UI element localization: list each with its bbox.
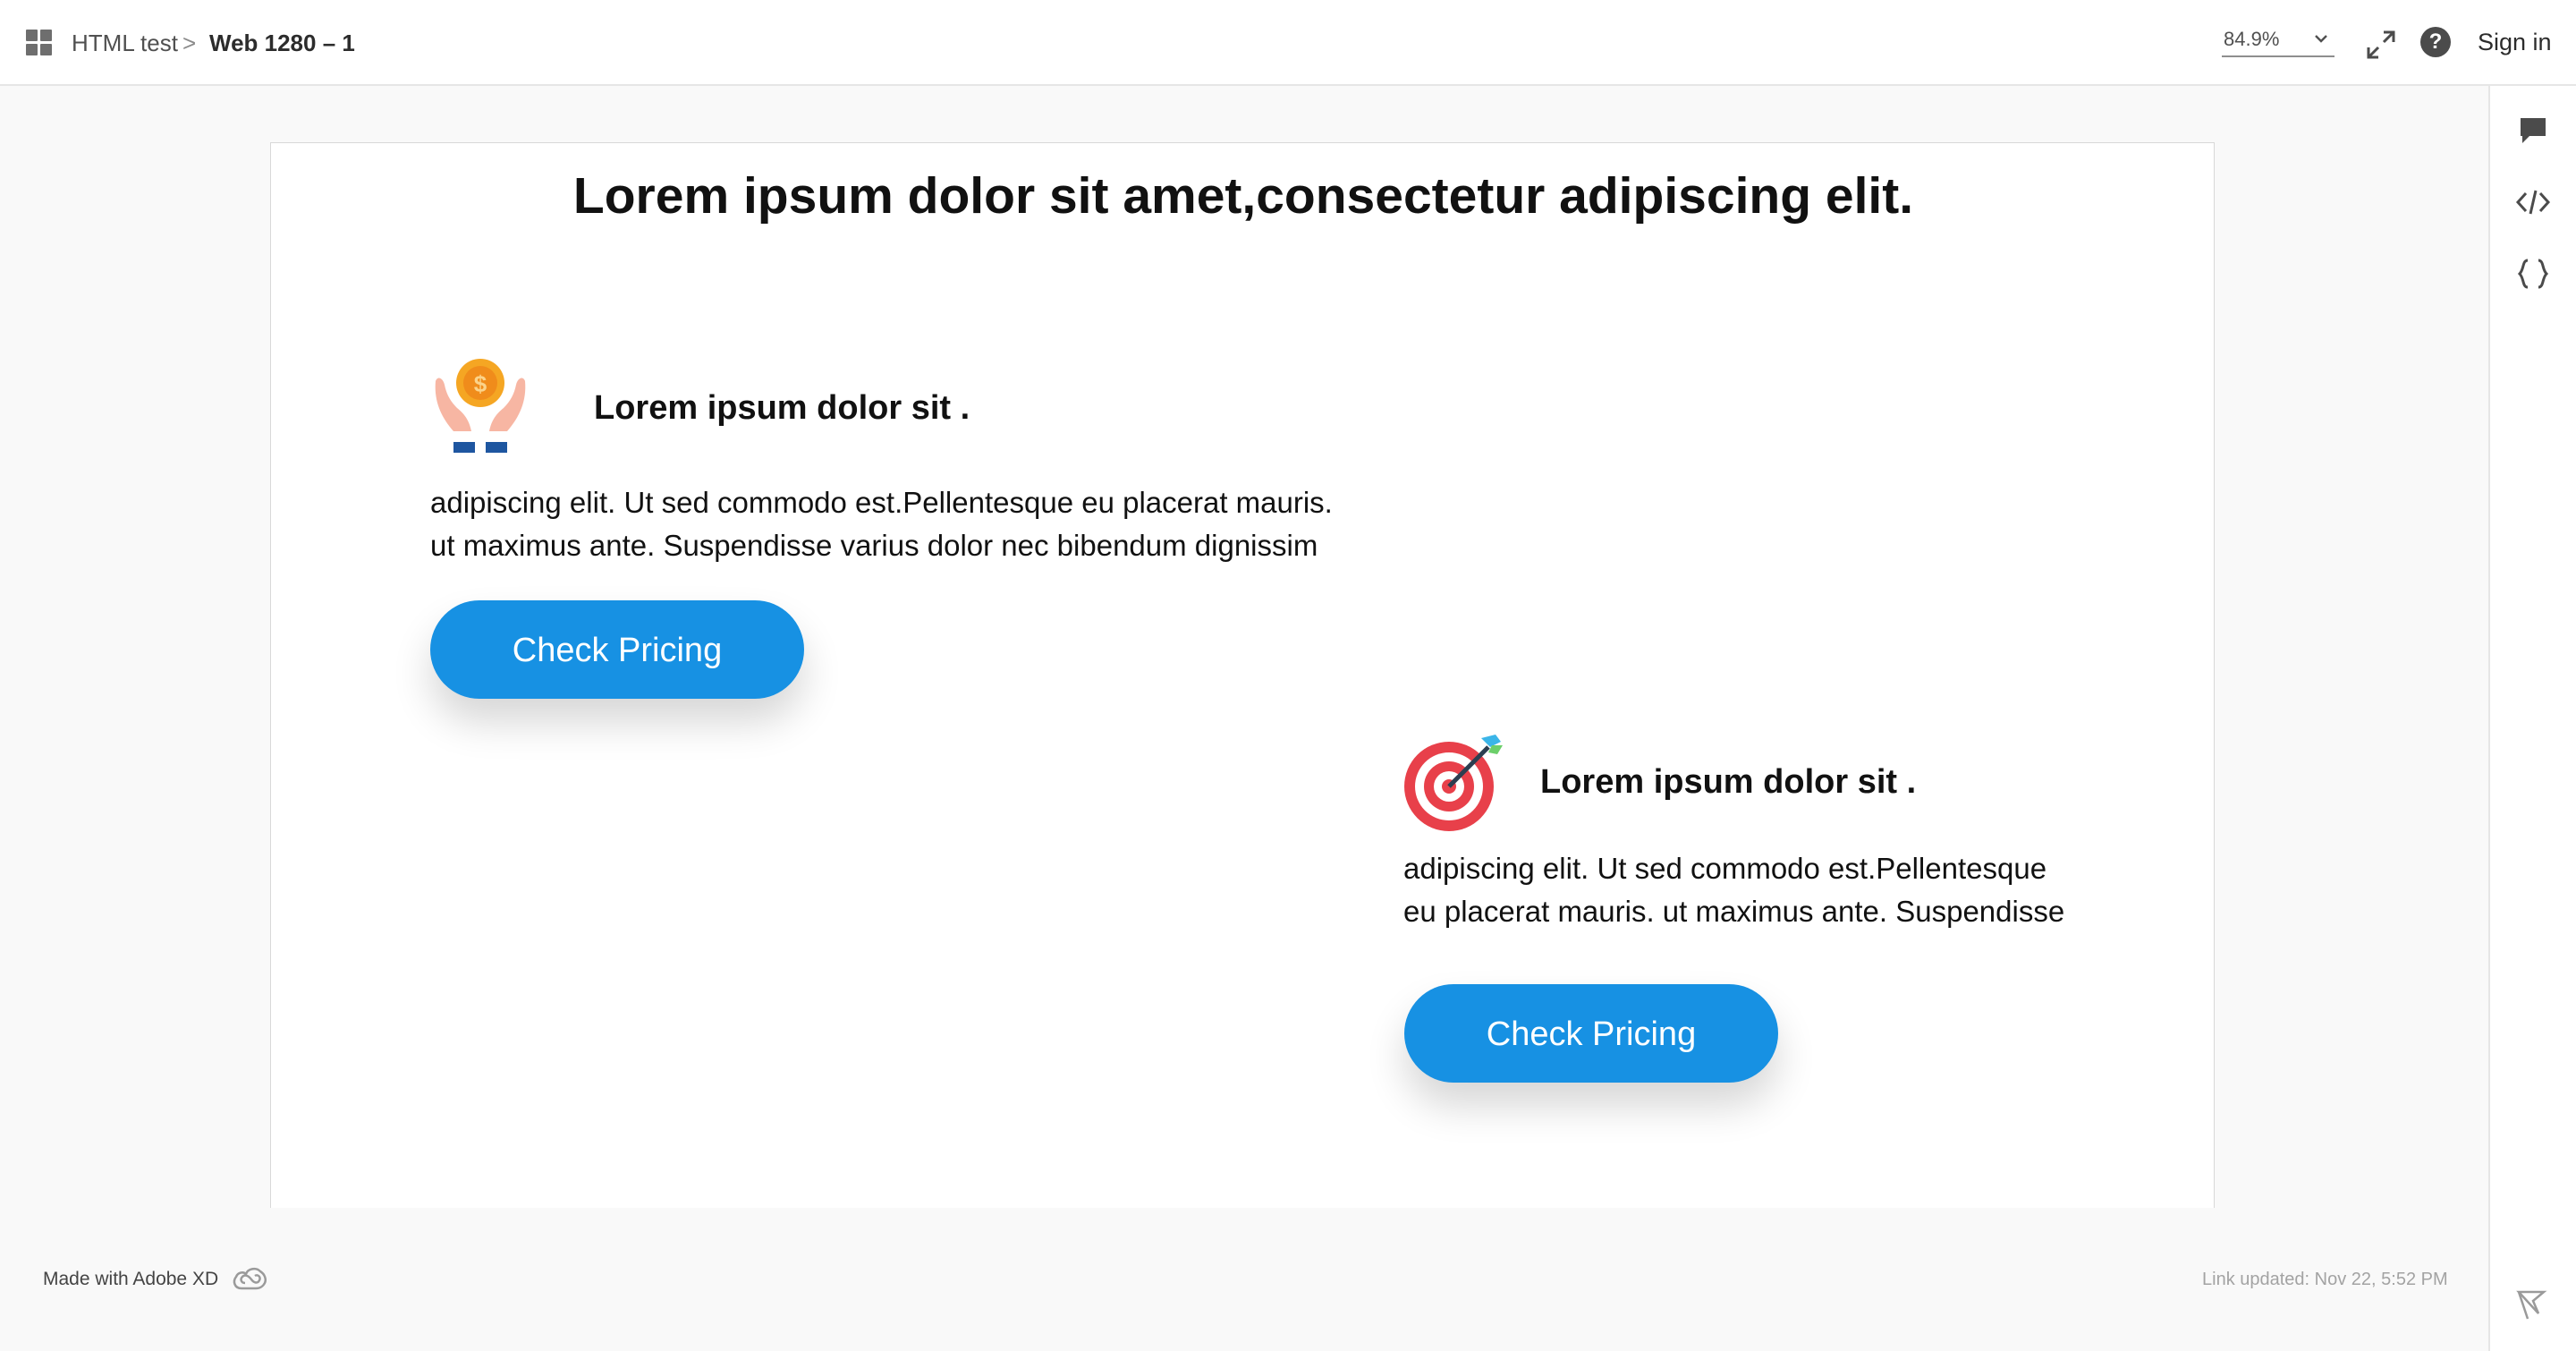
feature-description-line: eu placerat mauris. ut maximus ante. Sus… bbox=[1403, 895, 2065, 928]
svg-text:$: $ bbox=[474, 370, 487, 397]
creative-cloud-icon bbox=[233, 1267, 267, 1290]
sign-in-link[interactable]: Sign in bbox=[2478, 25, 2552, 59]
feature-description: adipiscing elit. Ut sed commodo est.Pell… bbox=[430, 481, 1333, 567]
feature-title: Lorem ipsum dolor sit . bbox=[1540, 763, 1917, 801]
comment-icon[interactable] bbox=[2515, 113, 2551, 149]
breadcrumb-project[interactable]: HTML test bbox=[72, 27, 178, 59]
top-bar: HTML test > Web 1280 – 1 84.9% ? Sign in bbox=[0, 0, 2576, 86]
code-icon[interactable] bbox=[2515, 184, 2551, 220]
artboard: Lorem ipsum dolor sit amet,consectetur a… bbox=[270, 142, 2215, 1208]
feature-description-line: ut maximus ante. Suspendisse varius dolo… bbox=[430, 529, 1318, 562]
target-icon bbox=[1404, 735, 1503, 831]
made-with-label: Made with Adobe XD bbox=[43, 1269, 219, 1289]
expand-icon[interactable] bbox=[2365, 29, 2397, 61]
zoom-select[interactable]: 84.9% bbox=[2222, 25, 2334, 57]
help-icon[interactable]: ? bbox=[2420, 27, 2451, 57]
zoom-value: 84.9% bbox=[2224, 28, 2280, 50]
feature-description-line: adipiscing elit. Ut sed commodo est.Pell… bbox=[1403, 852, 2047, 885]
page-headline: Lorem ipsum dolor sit amet,consectetur a… bbox=[572, 167, 1914, 225]
breadcrumb-separator: > bbox=[182, 30, 197, 56]
right-rail bbox=[2488, 86, 2576, 1351]
hands-coin-icon: $ bbox=[435, 359, 526, 453]
feature-title: Lorem ipsum dolor sit . bbox=[594, 389, 970, 427]
breadcrumb-page: Web 1280 – 1 bbox=[209, 30, 355, 56]
grid-icon[interactable] bbox=[26, 30, 53, 56]
feature-description-line: adipiscing elit. Ut sed commodo est.Pell… bbox=[430, 486, 1333, 519]
chevron-down-icon bbox=[2315, 35, 2327, 43]
link-updated-timestamp: Link updated: Nov 22, 5:52 PM bbox=[2202, 1270, 2448, 1289]
feature-description: adipiscing elit. Ut sed commodo est.Pell… bbox=[1403, 847, 2064, 933]
braces-icon[interactable] bbox=[2515, 256, 2551, 292]
check-pricing-button[interactable]: Check Pricing bbox=[1404, 984, 1778, 1083]
flag-icon[interactable] bbox=[2515, 1288, 2547, 1321]
check-pricing-button[interactable]: Check Pricing bbox=[430, 600, 804, 699]
